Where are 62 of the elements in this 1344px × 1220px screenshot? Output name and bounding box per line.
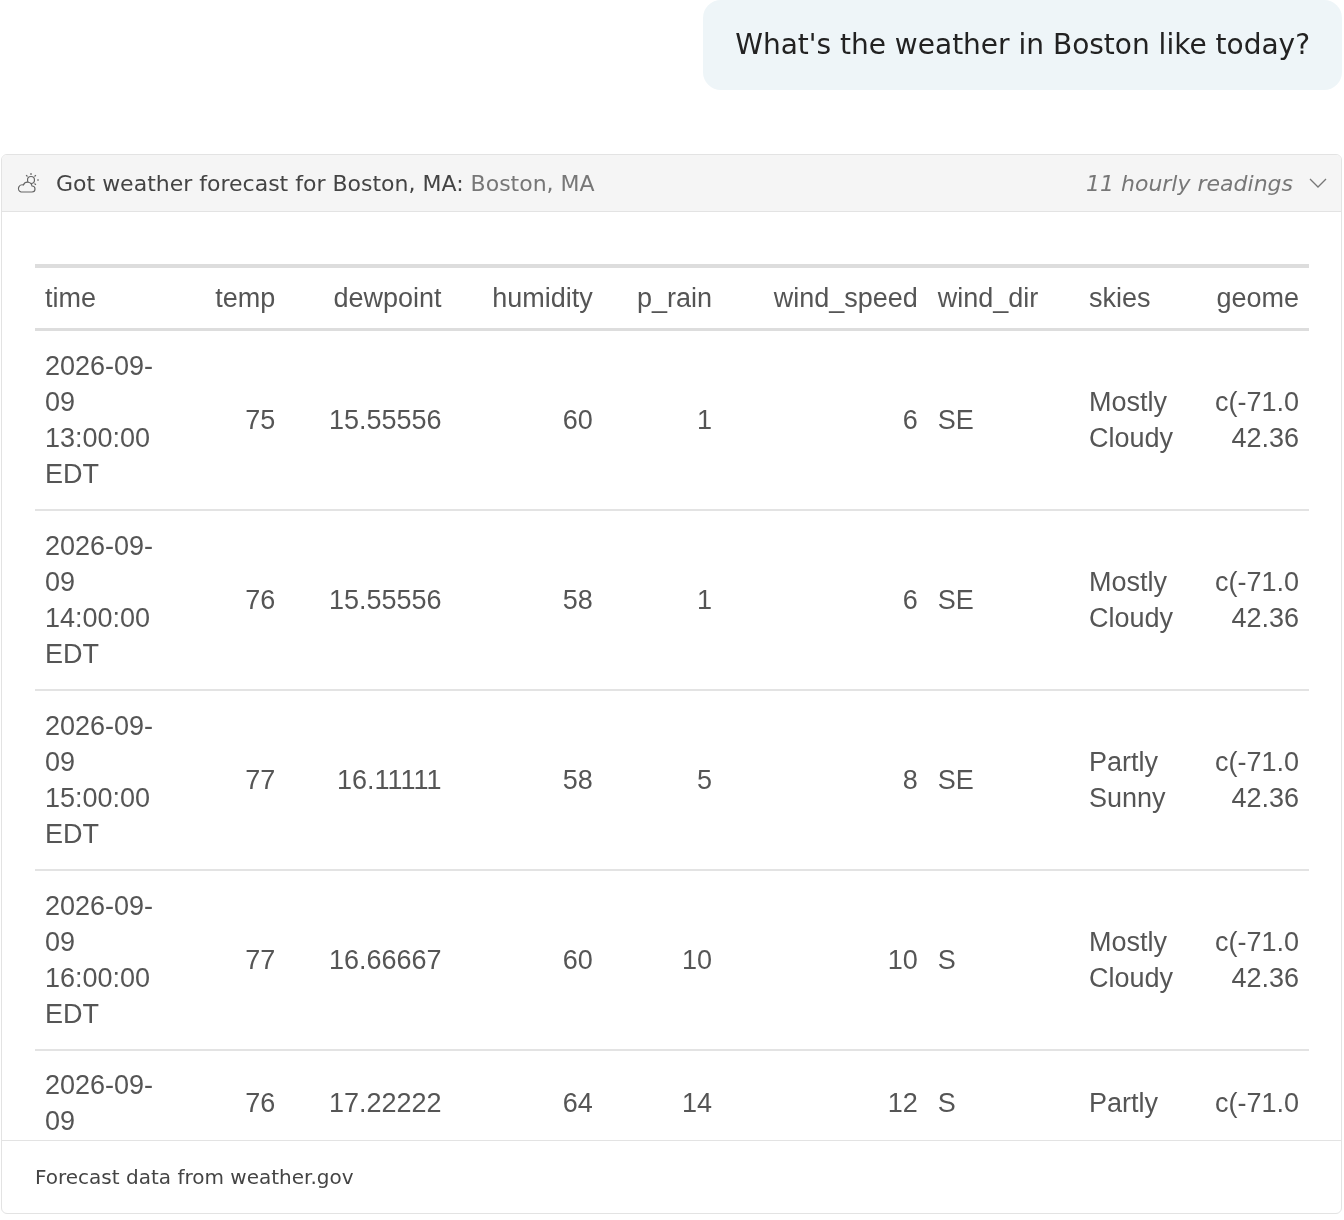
table-cell: 76	[185, 510, 286, 690]
table-cell: c(-71.0 42.36	[1199, 329, 1309, 510]
table-cell: 16.11111	[285, 690, 452, 870]
table-cell: 2026-09-09 16:00:00 EDT	[35, 870, 185, 1050]
table-cell: 8	[722, 690, 928, 870]
table-cell: c(-71.0 42.36	[1199, 510, 1309, 690]
table-cell: 10	[602, 870, 722, 1050]
table-cell: c(-71.0 42.36	[1199, 690, 1309, 870]
user-message: What's the weather in Boston like today?	[703, 0, 1342, 90]
column-header: humidity	[451, 266, 603, 330]
table-cell: S	[927, 1050, 1079, 1140]
column-header: wind_dir	[927, 266, 1079, 330]
table-cell: 12	[722, 1050, 928, 1140]
table-cell: 58	[451, 690, 603, 870]
table-cell: 10	[722, 870, 928, 1050]
table-cell: 6	[722, 329, 928, 510]
table-cell: 1	[602, 329, 722, 510]
readings-count: 11 hourly readings	[1086, 169, 1293, 198]
cloud-sun-icon	[16, 172, 40, 194]
table-cell: 60	[451, 870, 603, 1050]
table-cell: c(-71.0	[1199, 1050, 1309, 1140]
table-cell: 5	[602, 690, 722, 870]
table-cell: 2026-09-09 15:00:00 EDT	[35, 690, 185, 870]
column-header: time	[35, 266, 185, 330]
table-cell: 75	[185, 329, 286, 510]
column-header: skies	[1079, 266, 1199, 330]
table-cell: 77	[185, 870, 286, 1050]
card-subtitle: Boston, MA	[470, 170, 595, 196]
card-title: Got weather forecast for Boston, MA:	[56, 170, 464, 196]
table-cell: 60	[451, 329, 603, 510]
table-cell: S	[927, 870, 1079, 1050]
table-cell: Mostly Cloudy	[1079, 870, 1199, 1050]
table-cell: Mostly Cloudy	[1079, 329, 1199, 510]
table-cell: 58	[451, 510, 603, 690]
table-cell: SE	[927, 329, 1079, 510]
table-cell: 64	[451, 1050, 603, 1140]
chevron-icon[interactable]	[1309, 178, 1327, 188]
table-cell: 1	[602, 510, 722, 690]
table-cell: SE	[927, 510, 1079, 690]
table-cell: 17.22222	[285, 1050, 452, 1140]
column-header: temp	[185, 266, 286, 330]
table-cell: 2026-09-09 14:00:00 EDT	[35, 510, 185, 690]
table-cell: 77	[185, 690, 286, 870]
table-cell: 6	[722, 510, 928, 690]
table-cell: Partly Sunny	[1079, 690, 1199, 870]
card-header[interactable]: Got weather forecast for Boston, MA: Boston, MA 11 hourly readings	[2, 155, 1341, 212]
table-cell: 2026-09-09	[35, 1050, 185, 1140]
table-cell: 16.66667	[285, 870, 452, 1050]
column-header: dewpoint	[285, 266, 452, 330]
column-header: wind_speed	[722, 266, 928, 330]
table-cell: 14	[602, 1050, 722, 1140]
table-cell: 76	[185, 1050, 286, 1140]
column-header: p_rain	[602, 266, 722, 330]
table-cell: Mostly Cloudy	[1079, 510, 1199, 690]
table-cell: c(-71.0 42.36	[1199, 870, 1309, 1050]
table-cell: 15.55556	[285, 510, 452, 690]
footer-note: Forecast data from weather.gov	[35, 1164, 354, 1191]
table-cell: 15.55556	[285, 329, 452, 510]
table-cell: Partly	[1079, 1050, 1199, 1140]
column-header: geome	[1199, 266, 1309, 330]
table-cell: SE	[927, 690, 1079, 870]
table-cell: 2026-09-09 13:00:00 EDT	[35, 329, 185, 510]
